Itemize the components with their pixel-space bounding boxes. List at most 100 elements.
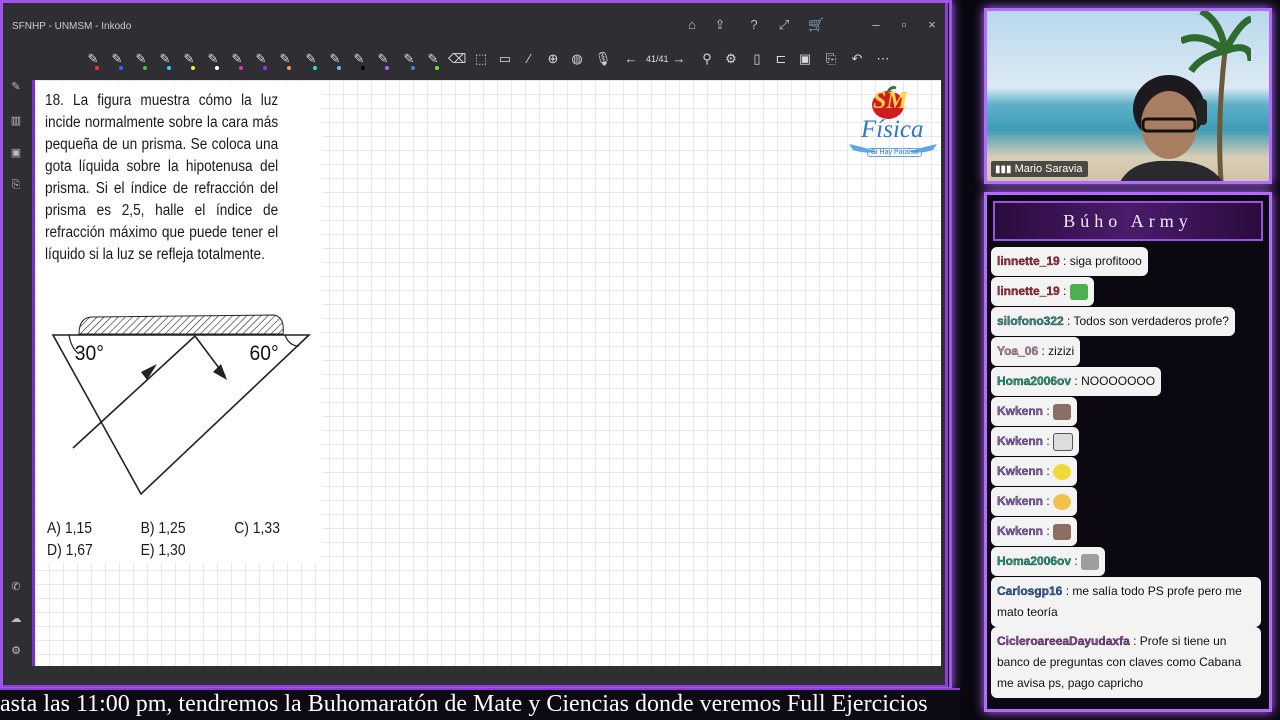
toolbar: ≡ ✎ ✎ ✎ ✎ ✎ ✎ ✎ ✎ ✎ ✎ ✎ ✎ ✎ ✎ ✎ ⌫ ⬚ ▭ ⁄ … [4,44,944,74]
zoom-icon[interactable]: ⚲ [698,50,716,68]
minimize-icon[interactable]: – [868,17,884,33]
eraser-icon[interactable]: ⌫ [448,50,466,68]
next-page-icon[interactable]: → [670,50,688,68]
option-b: B) 1,25 [140,520,186,537]
problem-number: 18. [45,92,64,109]
chat-message: Kwkenn : [991,397,1078,426]
chat-username: Kwkenn [997,494,1044,508]
new-page-icon[interactable]: ▯ [748,50,766,68]
chat-panel: Búho Army linnette_19 : siga profitooo l… [984,192,1272,712]
chat-title: Búho Army [993,201,1263,241]
frog-emote-icon [1069,283,1088,300]
chat-message: linnette_19 : siga profitooo [991,247,1148,276]
gear-icon[interactable]: ⚙ [9,644,23,658]
whiteboard-canvas[interactable]: 18. La figura muestra cómo la luz incide… [32,80,941,666]
clip-icon[interactable]: ⎘ [9,178,23,192]
option-e: E) 1,30 [140,542,186,559]
face-emote-icon [1053,463,1072,480]
presenter-name: Mario Saravia [1014,163,1083,175]
chat-username: Carlosgp16 [997,584,1063,598]
webcam-panel: ▮▮▮ Mario Saravia [984,8,1272,184]
chat-message: Kwkenn : [991,427,1080,456]
lock-icon[interactable]: ⌂ [684,17,700,33]
chat-message: Yoa_06 : zizizi [991,337,1081,366]
share-icon[interactable]: ⇪ [712,17,728,33]
pen-tool-purple[interactable]: ✎ [252,50,270,70]
thinking-emote-icon [1053,493,1072,510]
maximize-icon[interactable]: ▫ [896,17,912,33]
line-icon[interactable]: ⁄ [520,50,538,68]
problem-statement: 18. La figura muestra cómo la luz incide… [45,90,278,266]
option-d: D) 1,67 [47,542,93,559]
chat-username: Homa2006ov [997,554,1072,568]
help-icon[interactable]: ? [746,17,762,33]
feedback-icon[interactable]: ✆ [9,580,23,594]
save-icon[interactable]: ▣ [796,50,814,68]
image-icon[interactable]: ▣ [9,146,23,160]
pen-tool-lime[interactable]: ✎ [424,50,442,70]
open-icon[interactable]: ⊏ [772,50,790,68]
more-icon[interactable]: ⋯ [874,50,892,68]
pen-icon[interactable]: ✎ [9,80,23,94]
page-indicator: 41/41 [646,54,669,64]
title-bar: SFNHP - UNMSM - Inkodo ⌂ ⇪ ? ⤢ 🛒 – ▫ × [4,4,944,44]
logo-tagline: Sí Hay Paraíso [867,148,923,157]
ticker-text: asta las 11:00 pm, tendremos la Buhomara… [0,691,928,717]
chat-username: Kwkenn [997,524,1044,538]
book-icon[interactable]: ▥ [9,114,23,128]
pen-tool-teal[interactable]: ✎ [302,50,320,70]
pen-tool-black[interactable]: ✎ [350,50,368,70]
chat-text: NOOOOOOO [1081,374,1156,388]
laser-icon[interactable]: ⊕ [544,50,562,68]
inkodo-window: SFNHP - UNMSM - Inkodo ⌂ ⇪ ? ⤢ 🛒 – ▫ × ≡… [0,0,948,688]
cat-emote-icon [1053,403,1072,420]
option-c: C) 1,33 [234,520,280,537]
clipboard-icon[interactable]: ⎘ [822,50,840,68]
select-icon[interactable]: ⬚ [472,50,490,68]
pen-tool-sky[interactable]: ✎ [326,50,344,70]
chat-message: Carlosgp16 : me salía todo PS profe pero… [991,577,1261,627]
palette-icon[interactable]: ◍ [568,50,586,68]
cloud-icon[interactable]: ☁ [9,612,23,626]
pen-tool-white[interactable]: ✎ [204,50,222,70]
mic-icon[interactable]: 🎙 [594,50,612,68]
angle-right-label: 60° [250,342,279,365]
pen-tool-cyan[interactable]: ✎ [156,50,174,70]
angle-arc-right [284,334,300,347]
option-a: A) 1,15 [47,520,92,537]
prev-page-icon[interactable]: ← [622,50,640,68]
chat-username: Kwkenn [997,434,1044,448]
chat-message: CicleroareeaDayudaxfa : Profe si tiene u… [991,627,1261,698]
logo-mark: SM [873,88,908,114]
liquid-drop [78,314,284,335]
news-ticker: asta las 11:00 pm, tendremos la Buhomara… [0,688,960,720]
chat-message: Homa2006ov : [991,547,1106,576]
pen-tool-blue2[interactable]: ✎ [400,50,418,70]
problem-card: 18. La figura muestra cómo la luz incide… [37,82,322,562]
angle-left-label: 30° [75,342,104,365]
cat-emote-icon [1053,523,1072,540]
pen-tool-violet[interactable]: ✎ [374,50,392,70]
pen-tool-blue[interactable]: ✎ [108,50,126,70]
shape-icon[interactable]: ▭ [496,50,514,68]
chat-username: linnette_19 [997,254,1060,268]
pen-tool-green[interactable]: ✎ [132,50,150,70]
chat-username: Kwkenn [997,464,1044,478]
close-icon[interactable]: × [924,17,940,33]
pen-tool-orange[interactable]: ✎ [276,50,294,70]
pen-tool-red[interactable]: ✎ [84,50,102,70]
chat-username: linnette_19 [997,284,1060,298]
chat-message: linnette_19 : [991,277,1094,306]
chat-text: Todos son verdaderos profe? [1073,314,1229,328]
cart-icon[interactable]: 🛒 [808,17,824,33]
chat-message: Kwkenn : [991,487,1078,516]
chat-message: Homa2006ov : NOOOOOOO [991,367,1162,396]
undo-icon[interactable]: ↶ [848,50,866,68]
left-sidebar: ✎ ▥ ▣ ⎘ ✆ ☁ ⚙ [4,44,28,674]
pen-tool-yellow[interactable]: ✎ [180,50,198,70]
pen-tool-magenta[interactable]: ✎ [228,50,246,70]
chat-username: Yoa_06 [997,344,1039,358]
settings-icon[interactable]: ⚙ [722,50,740,68]
fullscreen-icon[interactable]: ⤢ [776,17,792,33]
reflected-arrow [213,364,227,380]
